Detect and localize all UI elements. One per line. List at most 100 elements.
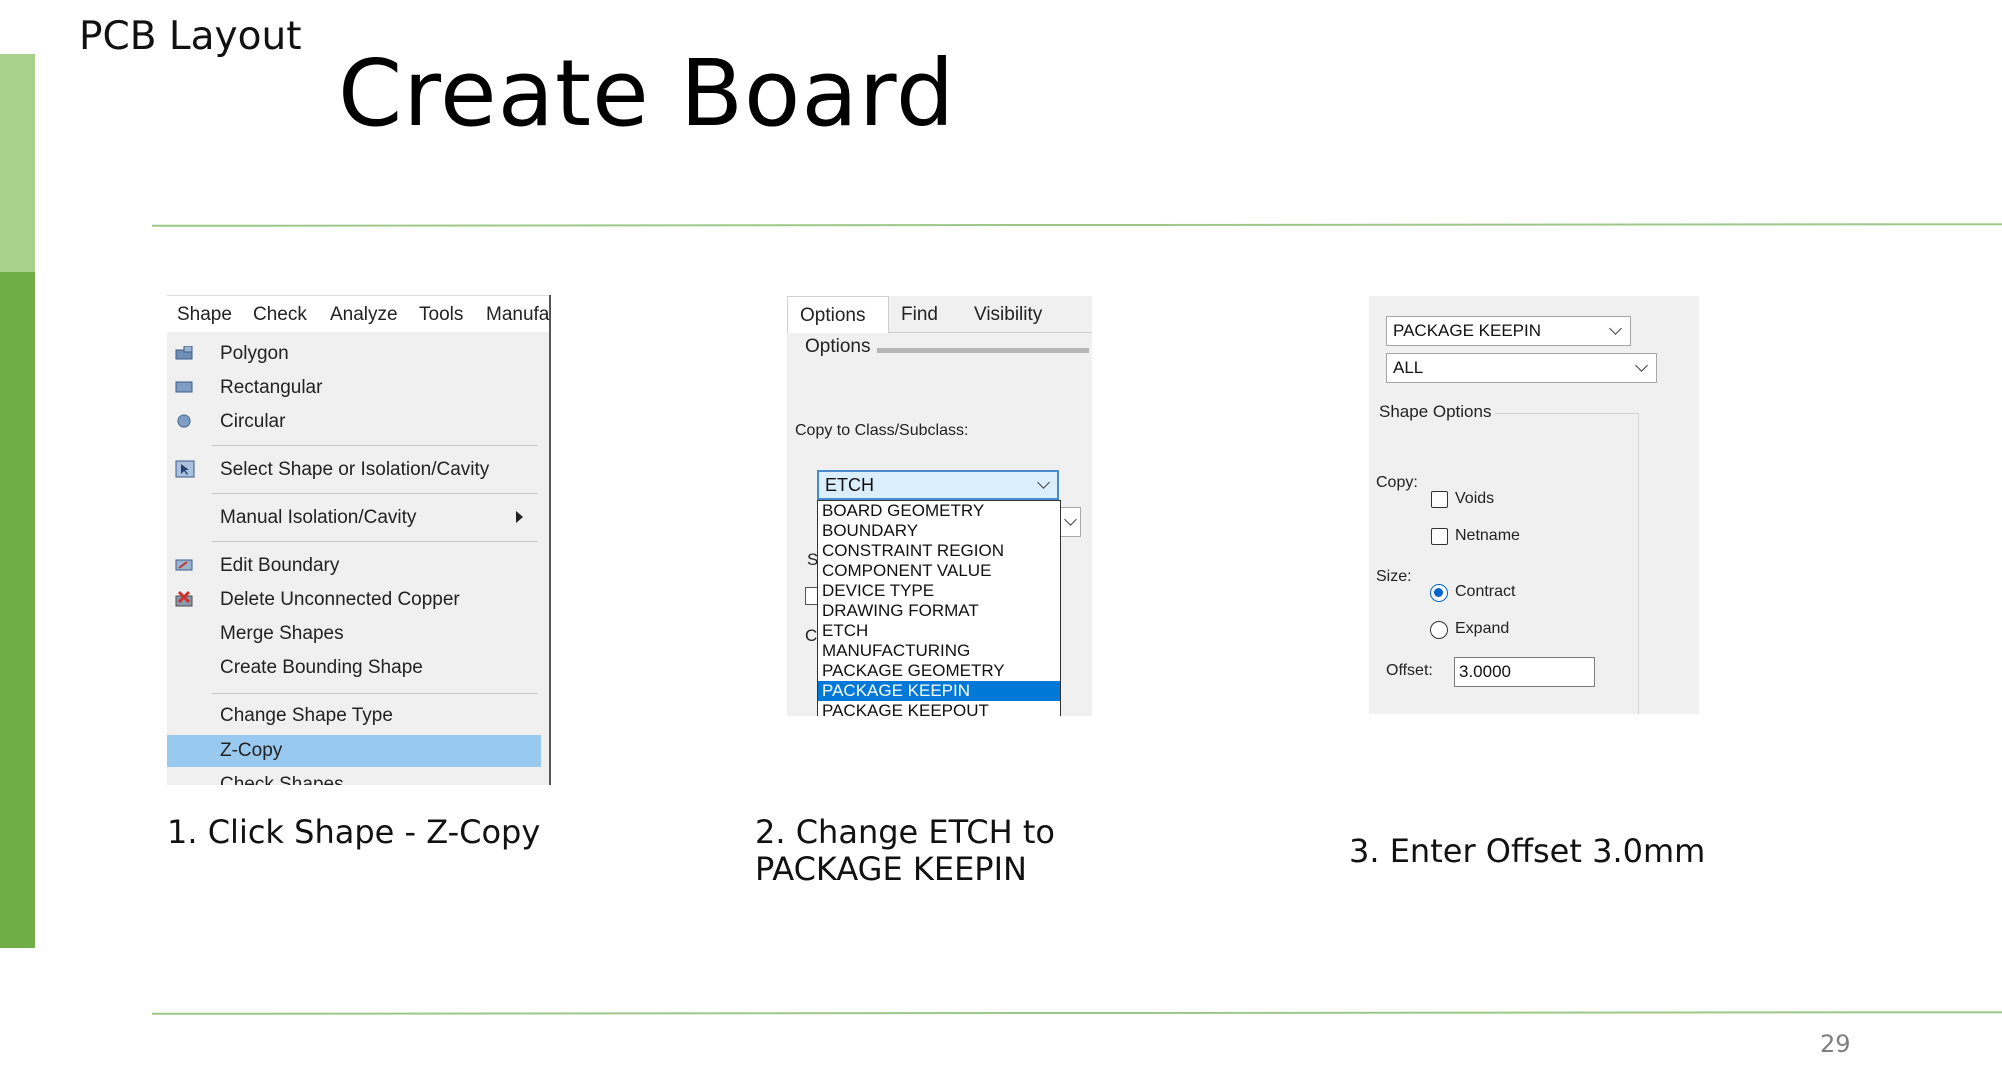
menu-item-select-shape[interactable]: Select Shape or Isolation/Cavity [167, 454, 541, 486]
menu-item-delete-unconnected-copper[interactable]: Delete Unconnected Copper [167, 584, 541, 616]
divider-bottom [151, 1011, 2002, 1015]
option-label: PACKAGE GEOMETRY [822, 661, 1005, 680]
accent-bar-dark [0, 272, 35, 948]
class-option[interactable]: PACKAGE KEEPOUT [818, 701, 1060, 716]
menu-separator [212, 541, 538, 542]
class-option[interactable]: BOUNDARY [818, 521, 1060, 541]
expand-label: Expand [1455, 620, 1510, 637]
select-shape-icon [175, 460, 195, 478]
menu-separator [212, 693, 538, 694]
groupbox-border [1638, 413, 1639, 714]
menu-separator [212, 493, 538, 494]
menu-item-label: Manual Isolation/Cavity [220, 507, 417, 528]
menu-item-label: Rectangular [220, 377, 323, 398]
subclass-combo[interactable]: ALL [1386, 353, 1657, 383]
menu-item-label: Edit Boundary [220, 555, 340, 576]
option-label: DRAWING FORMAT [822, 601, 979, 620]
option-label: MANUFACTURING [822, 641, 971, 660]
class-option[interactable]: MANUFACTURING [818, 641, 1060, 661]
class-option[interactable]: DEVICE TYPE [818, 581, 1060, 601]
tab-options[interactable]: Options [787, 296, 889, 333]
class-option[interactable]: ETCH [818, 621, 1060, 641]
menu-item-polygon[interactable]: Polygon [167, 338, 541, 370]
tab-label: Find [901, 304, 938, 325]
menubar: Shape Check Analyze Tools Manufa [167, 295, 549, 332]
menu-item-manual-isolation[interactable]: Manual Isolation/Cavity [167, 502, 541, 534]
menu-item-label: Circular [220, 411, 286, 432]
class-option-selected[interactable]: PACKAGE KEEPIN [818, 681, 1060, 701]
class-subclass-screenshot: Options Find Visibility Options Copy to … [787, 296, 1092, 716]
class-option[interactable]: DRAWING FORMAT [818, 601, 1060, 621]
class-select[interactable]: ETCH [817, 470, 1059, 500]
section-label: PCB Layout [79, 14, 302, 59]
class-option[interactable]: PACKAGE GEOMETRY [818, 661, 1060, 681]
voids-checkbox[interactable] [1431, 491, 1448, 508]
class-select-value: ETCH [825, 475, 874, 495]
menu-item-label: Delete Unconnected Copper [220, 589, 460, 610]
menu-item-create-bounding-shape[interactable]: Create Bounding Shape [167, 652, 541, 684]
contract-label: Contract [1455, 583, 1516, 600]
groupbox-border [1485, 413, 1638, 414]
menubar-item-manufacture[interactable]: Manufa [486, 304, 549, 326]
polygon-icon [175, 346, 193, 360]
menu-item-label: Polygon [220, 343, 289, 364]
delete-copper-icon [175, 590, 193, 607]
menu-item-label: Merge Shapes [220, 623, 344, 644]
menubar-item-tools[interactable]: Tools [419, 304, 463, 326]
menu-item-edit-boundary[interactable]: Edit Boundary [167, 550, 541, 582]
subclass-combo-edge[interactable] [1059, 507, 1081, 537]
netname-label: Netname [1455, 527, 1520, 544]
divider-top [151, 223, 2002, 227]
chevron-down-icon [1064, 513, 1077, 526]
class-combo[interactable]: PACKAGE KEEPIN [1386, 316, 1631, 346]
step2-caption-line1: 2. Change ETCH to [755, 813, 1055, 851]
netname-checkbox[interactable] [1431, 528, 1448, 545]
menu-item-label: Z-Copy [220, 740, 283, 761]
class-option[interactable]: CONSTRAINT REGION [818, 541, 1060, 561]
menu-item-change-shape-type[interactable]: Change Shape Type [167, 700, 541, 732]
subclass-combo-value: ALL [1393, 358, 1424, 377]
chevron-down-icon [1635, 359, 1648, 372]
step3-caption: 3. Enter Offset 3.0mm [1349, 832, 1706, 870]
shape-menu-screenshot: Shape Check Analyze Tools Manufa Polygon… [167, 295, 551, 785]
menu-item-label: Select Shape or Isolation/Cavity [220, 459, 490, 480]
tab-label: Visibility [974, 304, 1043, 325]
option-label: PACKAGE KEEPIN [822, 681, 971, 700]
class-combo-value: PACKAGE KEEPIN [1393, 321, 1542, 340]
menu-item-rectangular[interactable]: Rectangular [167, 372, 541, 404]
contract-radio[interactable] [1430, 584, 1448, 602]
copy-to-label: Copy to Class/Subclass: [795, 422, 969, 439]
size-label: Size: [1376, 568, 1412, 585]
option-label: BOARD GEOMETRY [822, 501, 985, 520]
occluded-control-edge: C [805, 626, 818, 645]
slide-title: Create Board [338, 40, 956, 147]
menu-item-circular[interactable]: Circular [167, 406, 541, 438]
options-header: Options [805, 336, 871, 357]
menubar-item-shape[interactable]: Shape [177, 304, 232, 326]
tab-bar: Options Find Visibility [787, 296, 1092, 333]
chevron-down-icon [1609, 322, 1622, 335]
class-option[interactable]: BOARD GEOMETRY [818, 501, 1060, 521]
offset-label: Offset: [1386, 662, 1433, 679]
menu-item-label: Create Bounding Shape [220, 657, 423, 678]
menu-separator [212, 445, 538, 446]
circle-icon [177, 414, 191, 428]
menu-item-z-copy[interactable]: Z-Copy [167, 735, 541, 767]
tab-find[interactable]: Find [889, 296, 959, 332]
expand-radio[interactable] [1430, 621, 1448, 639]
menu-item-merge-shapes[interactable]: Merge Shapes [167, 618, 541, 650]
shape-options-screenshot: PACKAGE KEEPIN ALL Shape Options Copy: V… [1369, 296, 1699, 714]
class-option[interactable]: COMPONENT VALUE [818, 561, 1060, 581]
menubar-item-check[interactable]: Check [253, 304, 307, 326]
option-label: PACKAGE KEEPOUT [822, 701, 989, 716]
tab-label: Options [800, 305, 866, 326]
class-options-list: BOARD GEOMETRY BOUNDARY CONSTRAINT REGIO… [817, 500, 1061, 716]
tab-visibility[interactable]: Visibility [962, 296, 1062, 332]
copy-label: Copy: [1376, 474, 1418, 491]
option-label: DEVICE TYPE [822, 581, 935, 600]
menu-item-check-shapes[interactable]: Check Shapes [167, 769, 541, 785]
menubar-item-analyze[interactable]: Analyze [330, 304, 398, 326]
offset-input[interactable]: 3.0000 [1454, 657, 1595, 687]
chevron-down-icon [1037, 476, 1050, 489]
options-header-rule [877, 348, 1089, 353]
